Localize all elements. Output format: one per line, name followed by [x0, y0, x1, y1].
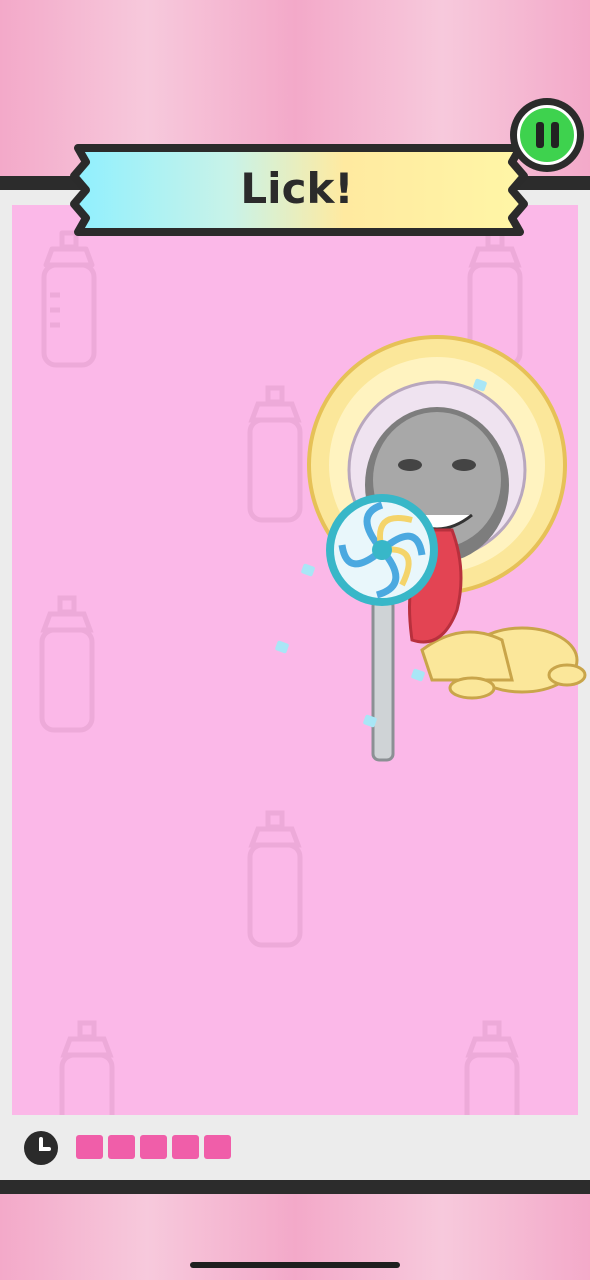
- bottle-pattern-icon: [39, 595, 95, 733]
- timer-block: [204, 1135, 231, 1159]
- timer-bar: [76, 1135, 231, 1159]
- timer-block: [172, 1135, 199, 1159]
- lollipop[interactable]: [320, 490, 450, 765]
- instruction-text: Lick!: [240, 163, 354, 213]
- bottle-pattern-icon: [59, 1020, 115, 1115]
- instruction-banner: Lick!: [64, 138, 530, 238]
- bottle-pattern-icon: [41, 230, 97, 368]
- frame-bottom-bar: [0, 1180, 590, 1194]
- timer-block: [140, 1135, 167, 1159]
- pause-icon: [517, 105, 577, 165]
- home-indicator[interactable]: [190, 1262, 400, 1268]
- hud: [0, 1120, 590, 1180]
- clock-icon: [24, 1131, 58, 1165]
- bottle-pattern-icon: [464, 1020, 520, 1115]
- timer-block: [76, 1135, 103, 1159]
- bottle-pattern-icon: [247, 810, 303, 948]
- timer-block: [108, 1135, 135, 1159]
- pause-button[interactable]: [510, 98, 584, 172]
